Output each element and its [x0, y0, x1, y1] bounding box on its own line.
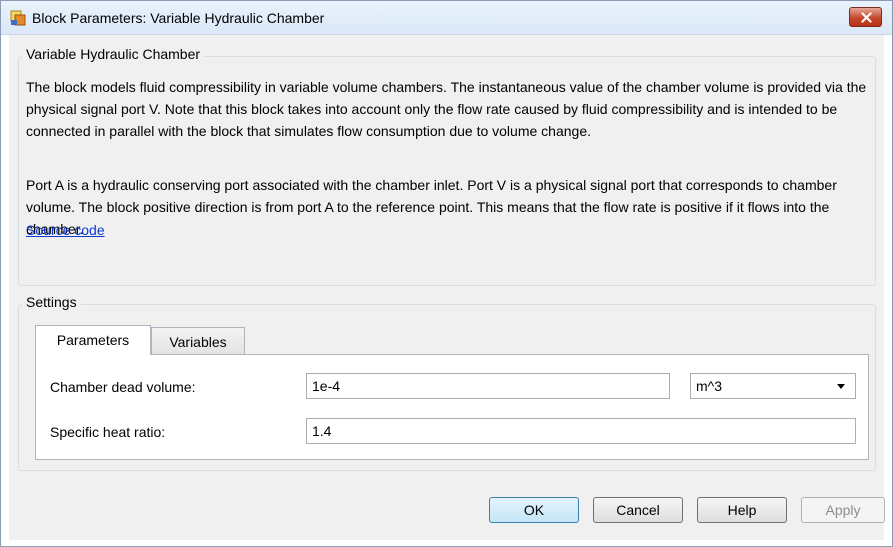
close-button[interactable] [849, 7, 882, 27]
tab-parameters[interactable]: Parameters [35, 325, 151, 355]
help-button[interactable]: Help [697, 497, 787, 523]
simulink-block-icon [10, 10, 26, 26]
window-title: Block Parameters: Variable Hydraulic Cha… [32, 10, 325, 26]
apply-button[interactable]: Apply [801, 497, 885, 523]
title-bar[interactable]: Block Parameters: Variable Hydraulic Cha… [1, 1, 892, 35]
tab-variables[interactable]: Variables [151, 327, 245, 355]
specific-heat-ratio-label: Specific heat ratio: [50, 424, 166, 440]
settings-group-title: Settings [22, 294, 81, 310]
close-x-icon [861, 12, 872, 23]
source-code-link[interactable]: Source code [26, 222, 105, 238]
description-group-title: Variable Hydraulic Chamber [22, 46, 205, 62]
parameters-panel [35, 354, 869, 460]
chamber-dead-volume-unit-select[interactable]: m^3 [690, 373, 856, 399]
specific-heat-ratio-input[interactable]: 1.4 [306, 418, 856, 444]
chamber-dead-volume-input[interactable]: 1e-4 [306, 373, 670, 399]
unit-select-value: m^3 [696, 378, 723, 394]
ok-button[interactable]: OK [489, 497, 579, 523]
chamber-dead-volume-label: Chamber dead volume: [50, 379, 196, 395]
dialog-window: Block Parameters: Variable Hydraulic Cha… [0, 0, 893, 547]
description-paragraph-2: Port A is a hydraulic conserving port as… [26, 177, 837, 237]
description-paragraph-1: The block models fluid compressibility i… [26, 79, 867, 139]
cancel-button[interactable]: Cancel [593, 497, 683, 523]
chevron-down-icon [837, 384, 845, 389]
